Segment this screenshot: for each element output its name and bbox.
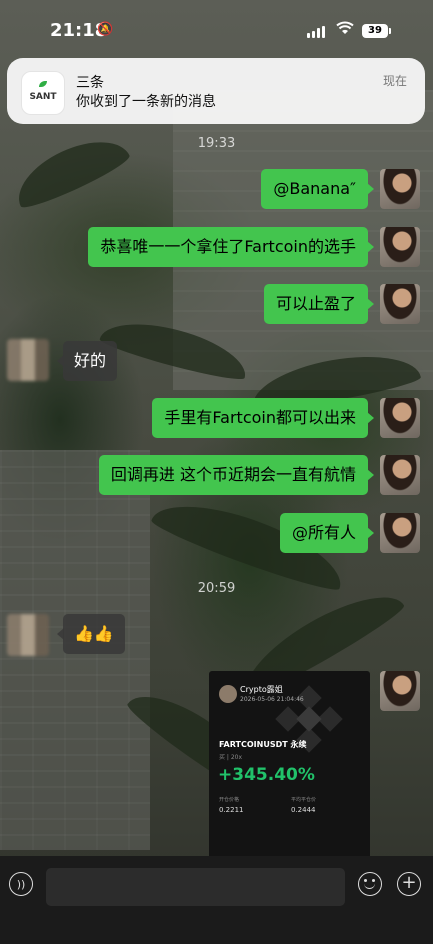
card-pnl: +345.40% xyxy=(218,765,315,785)
message-input[interactable] xyxy=(46,868,345,906)
notification-time: 现在 xyxy=(382,74,407,88)
avatar[interactable] xyxy=(380,227,420,267)
wifi-icon xyxy=(336,21,354,34)
avatar[interactable] xyxy=(380,513,420,553)
chat-timestamp: 19:33 xyxy=(197,136,236,151)
notification-body: 你收到了一条新的消息 xyxy=(76,94,216,110)
message-incoming[interactable]: 好的 xyxy=(57,341,118,381)
plus-icon[interactable]: + xyxy=(397,872,421,896)
card-mark-label: 平均平仓价 xyxy=(291,797,317,803)
message-bubble[interactable]: 可以止盈了 xyxy=(263,284,374,324)
author-avatar xyxy=(219,685,237,703)
voice-input-icon[interactable]: )) xyxy=(9,872,33,896)
avatar[interactable] xyxy=(7,614,49,656)
message-text: 手里有Fartcoin都可以出来 xyxy=(164,408,356,427)
chat-input-bar: )) + xyxy=(0,856,433,944)
message-text: 👍👍 xyxy=(74,624,114,643)
battery-icon: 39 xyxy=(362,24,391,38)
card-author: Crypto露姐 xyxy=(240,685,283,694)
status-bar: 21:18 🔕 39 xyxy=(0,0,433,60)
message-bubble[interactable]: 好的 xyxy=(57,341,118,381)
avatar[interactable] xyxy=(7,339,49,381)
app-icon: SANT xyxy=(21,71,65,115)
app-icon-label: SANT xyxy=(29,92,57,102)
card-pair: FARTCOINUSDT 永续 xyxy=(219,740,307,749)
avatar[interactable] xyxy=(380,398,420,438)
message-text: 回调再进 这个币近期会一直有航情 xyxy=(110,465,356,484)
message-bubble[interactable]: @所有人 xyxy=(279,513,374,553)
message-outgoing[interactable]: 回调再进 这个币近期会一直有航情 xyxy=(98,455,374,495)
message-outgoing[interactable]: 可以止盈了 xyxy=(263,284,374,324)
card-entry-price: 0.2211 xyxy=(219,806,244,814)
message-bubble[interactable]: @Banana″ xyxy=(261,169,374,209)
message-outgoing[interactable]: @Banana″ xyxy=(261,169,374,209)
avatar[interactable] xyxy=(380,284,420,324)
avatar[interactable] xyxy=(380,169,420,209)
message-bubble[interactable]: 手里有Fartcoin都可以出来 xyxy=(152,398,374,438)
message-text: @Banana″ xyxy=(273,179,356,198)
card-datetime: 2026-05-06 21:04:46 xyxy=(240,696,304,703)
card-entry-label: 开仓价格 xyxy=(219,797,240,803)
card-mark-price: 0.2444 xyxy=(291,806,316,814)
trade-screenshot-image[interactable]: Crypto露姐 2026-05-06 21:04:46 FARTCOINUSD… xyxy=(209,671,370,861)
message-outgoing[interactable]: 手里有Fartcoin都可以出来 xyxy=(152,398,374,438)
emoji-icon[interactable] xyxy=(358,872,382,896)
message-text: 恭喜唯一一个拿住了Fartcoin的选手 xyxy=(100,237,356,256)
leaf-icon xyxy=(39,81,47,87)
message-text: 好的 xyxy=(74,351,107,370)
chat-timestamp: 20:59 xyxy=(197,581,236,596)
message-outgoing[interactable]: @所有人 xyxy=(279,513,374,553)
notification-banner[interactable]: SANT 三条 你收到了一条新的消息 现在 xyxy=(7,58,425,124)
notification-title: 三条 xyxy=(76,75,104,91)
avatar[interactable] xyxy=(380,455,420,495)
card-meta: 买 | 20x xyxy=(219,754,243,761)
message-bubble[interactable]: 回调再进 这个币近期会一直有航情 xyxy=(98,455,374,495)
message-outgoing[interactable]: 恭喜唯一一个拿住了Fartcoin的选手 xyxy=(88,227,374,267)
message-incoming[interactable]: 👍👍 xyxy=(57,614,125,654)
bell-muted-icon: 🔕 xyxy=(97,22,114,37)
message-bubble[interactable]: 👍👍 xyxy=(57,614,125,654)
cellular-signal-icon xyxy=(307,26,325,38)
message-text: 可以止盈了 xyxy=(275,294,356,313)
avatar[interactable] xyxy=(380,671,420,711)
message-text: @所有人 xyxy=(291,523,356,542)
message-bubble[interactable]: 恭喜唯一一个拿住了Fartcoin的选手 xyxy=(88,227,374,267)
